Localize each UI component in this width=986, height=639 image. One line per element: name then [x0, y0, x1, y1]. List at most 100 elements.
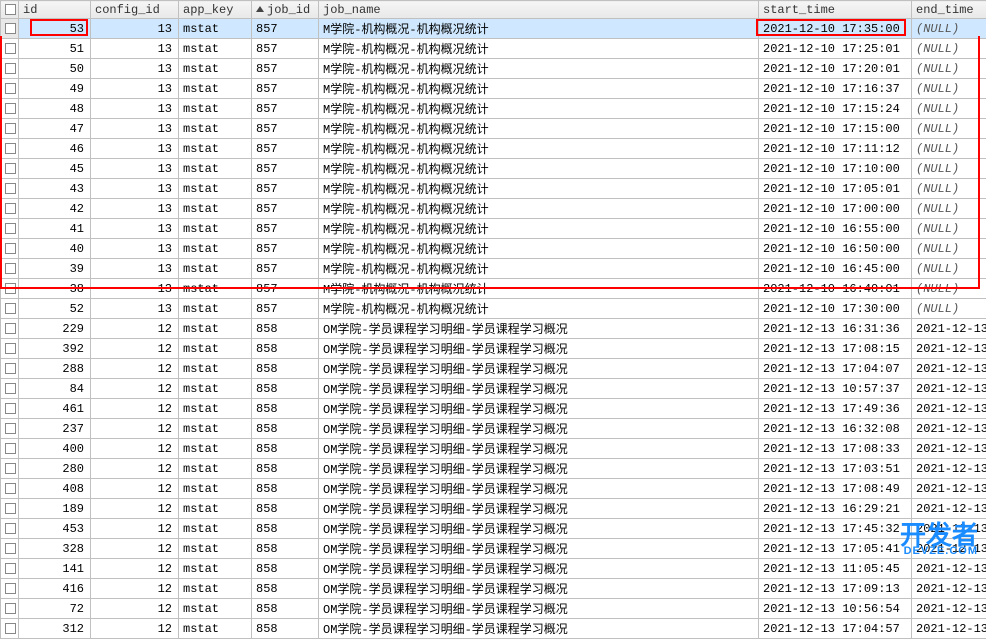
cell-start-time[interactable]: 2021-12-10 17:10:00	[759, 159, 912, 179]
cell-app-key[interactable]: mstat	[179, 479, 252, 499]
cell-job-id[interactable]: 858	[252, 419, 319, 439]
cell-config-id[interactable]: 13	[91, 59, 179, 79]
cell-job-id[interactable]: 858	[252, 479, 319, 499]
cell-start-time[interactable]: 2021-12-10 17:30:00	[759, 299, 912, 319]
data-grid[interactable]: id config_id app_key job_id job_name sta…	[0, 0, 986, 639]
cell-id[interactable]: 461	[19, 399, 91, 419]
cell-start-time[interactable]: 2021-12-13 17:04:07	[759, 359, 912, 379]
cell-end-time[interactable]: 2021-12-13	[912, 319, 986, 339]
cell-config-id[interactable]: 12	[91, 499, 179, 519]
cell-end-time[interactable]: (NULL)	[912, 199, 986, 219]
cell-id[interactable]: 47	[19, 119, 91, 139]
table-row[interactable]: 4913mstat857M学院-机构概况-机构概况统计2021-12-10 17…	[1, 79, 986, 99]
cell-app-key[interactable]: mstat	[179, 219, 252, 239]
cell-app-key[interactable]: mstat	[179, 79, 252, 99]
cell-config-id[interactable]: 13	[91, 99, 179, 119]
cell-end-time[interactable]: (NULL)	[912, 299, 986, 319]
row-checkbox[interactable]	[1, 199, 19, 219]
cell-start-time[interactable]: 2021-12-13 17:45:32	[759, 519, 912, 539]
cell-id[interactable]: 51	[19, 39, 91, 59]
table-row[interactable]: 40812mstat858OM学院-学员课程学习明细-学员课程学习概况2021-…	[1, 479, 986, 499]
cell-start-time[interactable]: 2021-12-13 17:08:49	[759, 479, 912, 499]
cell-app-key[interactable]: mstat	[179, 99, 252, 119]
cell-job-name[interactable]: OM学院-学员课程学习明细-学员课程学习概况	[319, 559, 759, 579]
row-checkbox[interactable]	[1, 219, 19, 239]
cell-job-id[interactable]: 857	[252, 139, 319, 159]
table-row[interactable]: 4713mstat857M学院-机构概况-机构概况统计2021-12-10 17…	[1, 119, 986, 139]
cell-job-name[interactable]: M学院-机构概况-机构概况统计	[319, 259, 759, 279]
cell-job-name[interactable]: M学院-机构概况-机构概况统计	[319, 139, 759, 159]
table-row[interactable]: 4113mstat857M学院-机构概况-机构概况统计2021-12-10 16…	[1, 219, 986, 239]
cell-id[interactable]: 43	[19, 179, 91, 199]
cell-job-id[interactable]: 858	[252, 339, 319, 359]
cell-config-id[interactable]: 12	[91, 319, 179, 339]
table-row[interactable]: 14112mstat858OM学院-学员课程学习明细-学员课程学习概况2021-…	[1, 559, 986, 579]
row-checkbox[interactable]	[1, 139, 19, 159]
cell-config-id[interactable]: 12	[91, 419, 179, 439]
col-job-id-header[interactable]: job_id	[252, 1, 319, 19]
cell-start-time[interactable]: 2021-12-13 17:05:41	[759, 539, 912, 559]
cell-job-name[interactable]: M学院-机构概况-机构概况统计	[319, 239, 759, 259]
cell-end-time[interactable]: (NULL)	[912, 39, 986, 59]
cell-end-time[interactable]: (NULL)	[912, 159, 986, 179]
row-checkbox[interactable]	[1, 499, 19, 519]
cell-config-id[interactable]: 12	[91, 519, 179, 539]
cell-app-key[interactable]: mstat	[179, 279, 252, 299]
row-checkbox[interactable]	[1, 359, 19, 379]
cell-job-id[interactable]: 857	[252, 99, 319, 119]
cell-config-id[interactable]: 13	[91, 19, 179, 39]
cell-app-key[interactable]: mstat	[179, 239, 252, 259]
cell-id[interactable]: 84	[19, 379, 91, 399]
table-row[interactable]: 28812mstat858OM学院-学员课程学习明细-学员课程学习概况2021-…	[1, 359, 986, 379]
row-checkbox[interactable]	[1, 419, 19, 439]
cell-job-name[interactable]: M学院-机构概况-机构概况统计	[319, 119, 759, 139]
cell-id[interactable]: 328	[19, 539, 91, 559]
cell-start-time[interactable]: 2021-12-10 17:00:00	[759, 199, 912, 219]
cell-job-id[interactable]: 857	[252, 79, 319, 99]
cell-job-name[interactable]: M学院-机构概况-机构概况统计	[319, 159, 759, 179]
cell-end-time[interactable]: 2021-12-13	[912, 559, 986, 579]
row-checkbox[interactable]	[1, 59, 19, 79]
cell-job-name[interactable]: OM学院-学员课程学习明细-学员课程学习概况	[319, 579, 759, 599]
cell-job-name[interactable]: OM学院-学员课程学习明细-学员课程学习概况	[319, 619, 759, 639]
cell-config-id[interactable]: 12	[91, 339, 179, 359]
cell-config-id[interactable]: 13	[91, 219, 179, 239]
cell-app-key[interactable]: mstat	[179, 319, 252, 339]
cell-id[interactable]: 72	[19, 599, 91, 619]
cell-config-id[interactable]: 13	[91, 279, 179, 299]
cell-config-id[interactable]: 13	[91, 259, 179, 279]
table-row[interactable]: 41612mstat858OM学院-学员课程学习明细-学员课程学习概况2021-…	[1, 579, 986, 599]
cell-config-id[interactable]: 13	[91, 299, 179, 319]
cell-job-id[interactable]: 858	[252, 399, 319, 419]
cell-id[interactable]: 39	[19, 259, 91, 279]
row-checkbox[interactable]	[1, 539, 19, 559]
cell-job-name[interactable]: OM学院-学员课程学习明细-学员课程学习概况	[319, 359, 759, 379]
cell-config-id[interactable]: 13	[91, 179, 179, 199]
cell-app-key[interactable]: mstat	[179, 339, 252, 359]
cell-job-id[interactable]: 857	[252, 299, 319, 319]
cell-job-id[interactable]: 858	[252, 599, 319, 619]
row-checkbox[interactable]	[1, 319, 19, 339]
cell-id[interactable]: 408	[19, 479, 91, 499]
cell-start-time[interactable]: 2021-12-10 17:11:12	[759, 139, 912, 159]
cell-app-key[interactable]: mstat	[179, 419, 252, 439]
row-checkbox[interactable]	[1, 299, 19, 319]
table-row[interactable]: 23712mstat858OM学院-学员课程学习明细-学员课程学习概况2021-…	[1, 419, 986, 439]
cell-app-key[interactable]: mstat	[179, 259, 252, 279]
table-row[interactable]: 39212mstat858OM学院-学员课程学习明细-学员课程学习概况2021-…	[1, 339, 986, 359]
cell-job-id[interactable]: 858	[252, 379, 319, 399]
cell-id[interactable]: 42	[19, 199, 91, 219]
row-checkbox[interactable]	[1, 239, 19, 259]
cell-app-key[interactable]: mstat	[179, 439, 252, 459]
cell-id[interactable]: 49	[19, 79, 91, 99]
cell-id[interactable]: 453	[19, 519, 91, 539]
col-start-time-header[interactable]: start_time	[759, 1, 912, 19]
cell-start-time[interactable]: 2021-12-13 16:29:21	[759, 499, 912, 519]
table-row[interactable]: 5313mstat857M学院-机构概况-机构概况统计2021-12-10 17…	[1, 19, 986, 39]
cell-app-key[interactable]: mstat	[179, 199, 252, 219]
cell-config-id[interactable]: 13	[91, 119, 179, 139]
col-checkbox-header[interactable]	[1, 1, 19, 19]
cell-job-id[interactable]: 857	[252, 239, 319, 259]
cell-job-name[interactable]: OM学院-学员课程学习明细-学员课程学习概况	[319, 539, 759, 559]
cell-job-name[interactable]: OM学院-学员课程学习明细-学员课程学习概况	[319, 399, 759, 419]
